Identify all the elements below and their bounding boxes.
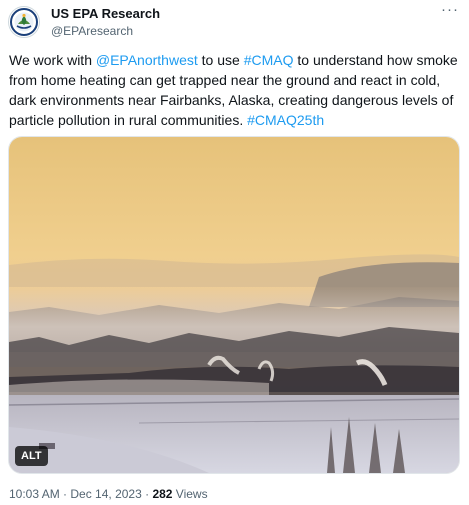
views-label: Views — [172, 487, 208, 501]
views-count: 282 — [152, 487, 173, 501]
meta-separator: · — [141, 487, 153, 501]
tweet-text-part: to use — [197, 52, 244, 68]
tweet-photo[interactable] — [8, 136, 460, 474]
meta-separator: · — [59, 487, 71, 501]
avatar[interactable] — [8, 6, 40, 38]
tweet-text: We work with @EPAnorthwest to use #CMAQ … — [9, 50, 464, 130]
author-name[interactable]: US EPA Research — [51, 6, 160, 21]
tweet-text-part: We work with — [9, 52, 96, 68]
author-handle[interactable]: @EPAresearch — [51, 24, 133, 38]
tweet-date[interactable]: Dec 14, 2023 — [70, 487, 141, 501]
alt-badge[interactable]: ALT — [15, 446, 48, 466]
epa-seal-icon — [10, 8, 38, 36]
hashtag-link[interactable]: #CMAQ — [244, 52, 294, 68]
mention-link[interactable]: @EPAnorthwest — [96, 52, 198, 68]
tweet-meta: 10:03 AM · Dec 14, 2023 · 282 Views — [9, 487, 208, 501]
tweet-time[interactable]: 10:03 AM — [9, 487, 60, 501]
hashtag-link[interactable]: #CMAQ25th — [247, 112, 324, 128]
tweet-card: US EPA Research @EPAresearch ··· We work… — [0, 0, 469, 505]
more-icon[interactable]: ··· — [440, 2, 460, 20]
